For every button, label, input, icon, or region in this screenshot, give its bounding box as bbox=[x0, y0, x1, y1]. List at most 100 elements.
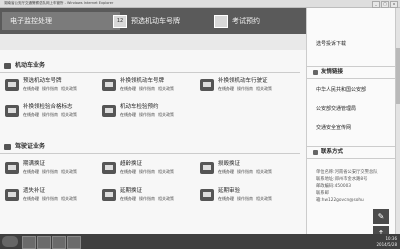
badge-icon bbox=[5, 105, 19, 117]
online-link[interactable]: 在线办理 bbox=[23, 196, 39, 201]
policy-link[interactable]: 相关政策 bbox=[61, 86, 77, 91]
guide-link[interactable]: 操作指南 bbox=[237, 196, 253, 201]
guide-link[interactable]: 操作指南 bbox=[42, 86, 58, 91]
online-link[interactable]: 在线办理 bbox=[120, 86, 136, 91]
online-link[interactable]: 在线办理 bbox=[218, 86, 234, 91]
service-links: 在线办理 操作指南 相关政策 bbox=[23, 196, 80, 202]
online-link[interactable]: 在线办理 bbox=[120, 196, 136, 201]
section-header-vehicle: 机动车业务 bbox=[0, 60, 300, 73]
service-links: 在线办理 操作指南 相关政策 bbox=[120, 112, 177, 118]
online-link[interactable]: 在线办理 bbox=[218, 196, 234, 201]
sidebar-link-traffic-bureau[interactable]: 公安部交通管理局 bbox=[316, 105, 356, 112]
back-to-top-button[interactable]: ↑ bbox=[373, 226, 389, 234]
phone-icon bbox=[313, 150, 318, 155]
nav-item-electronic-monitoring[interactable]: 电子监控处理 bbox=[2, 12, 120, 30]
service-links: 在线办理 操作指南 相关政策 bbox=[218, 169, 275, 175]
service-links: 在线办理 操作指南 相关政策 bbox=[218, 86, 275, 92]
service-inspection-booking[interactable]: 机动车检验预约 在线办理 操作指南 相关政策 bbox=[102, 103, 194, 123]
policy-link[interactable]: 相关政策 bbox=[158, 86, 174, 91]
car-icon bbox=[4, 63, 11, 69]
scrollbar-thumb[interactable] bbox=[396, 48, 400, 104]
service-preselect-plate[interactable]: 预选机动车号牌 在线办理 操作指南 相关政策 bbox=[5, 77, 97, 97]
service-links: 在线办理 操作指南 相关政策 bbox=[120, 169, 177, 175]
service-links: 在线办理 操作指南 相关政策 bbox=[23, 112, 80, 118]
guide-link[interactable]: 操作指南 bbox=[237, 86, 253, 91]
guide-link[interactable]: 操作指南 bbox=[42, 196, 58, 201]
section-header-license: 驾驶证业务 bbox=[0, 141, 300, 154]
service-replace-inspection-mark[interactable]: 补换领检验合格标志 在线办理 操作指南 相关政策 bbox=[5, 103, 97, 123]
links-header: 友情链接 bbox=[307, 66, 400, 79]
sidebar: 选号投诉下载 友情链接 中华人民共和国公安部 公安部交通管理局 交通安全宣传网 … bbox=[306, 8, 400, 234]
policy-link[interactable]: 相关政策 bbox=[61, 112, 77, 117]
ie-icon[interactable] bbox=[22, 236, 36, 249]
service-name: 机动车检验预约 bbox=[120, 104, 159, 110]
contact-info: 单位名称:河南省公安厅交警总队 联系地址:郑州市金水路8号 邮政编码:45000… bbox=[316, 169, 378, 204]
links-title: 友情链接 bbox=[321, 69, 344, 75]
media-icon[interactable] bbox=[52, 236, 66, 249]
policy-link[interactable]: 相关政策 bbox=[256, 196, 272, 201]
service-name: 延期换证 bbox=[120, 188, 143, 194]
nav-label: 预选机动车号牌 bbox=[131, 17, 180, 25]
contact-header: 联系方式 bbox=[307, 146, 400, 159]
online-link[interactable]: 在线办理 bbox=[23, 86, 39, 91]
service-name: 补换领机动车号牌 bbox=[120, 78, 165, 84]
service-links: 在线办理 操作指南 相关政策 bbox=[120, 86, 177, 92]
service-replace-license[interactable]: 补换领机动车行驶证 在线办理 操作指南 相关政策 bbox=[200, 77, 292, 97]
share-button[interactable]: ✎ bbox=[373, 209, 389, 224]
guide-link[interactable]: 操作指南 bbox=[139, 169, 155, 174]
online-link[interactable]: 在线办理 bbox=[120, 112, 136, 117]
service-extended-renewal[interactable]: 延期换证 在线办理 操作指南 相关政策 bbox=[102, 187, 194, 207]
minimize-button[interactable]: _ bbox=[372, 1, 380, 8]
calendar-icon bbox=[214, 14, 228, 28]
sidebar-link-mps[interactable]: 中华人民共和国公安部 bbox=[316, 86, 366, 93]
nav-item-exam-booking[interactable]: 考试预约 bbox=[214, 12, 294, 30]
maximize-button[interactable]: □ bbox=[381, 1, 389, 8]
service-age-renewal[interactable]: 超龄换证 在线办理 操作指南 相关政策 bbox=[102, 160, 194, 180]
contact-line: 单位名称:河南省公安厅交警总队 bbox=[316, 170, 378, 175]
online-link[interactable]: 在线办理 bbox=[23, 169, 39, 174]
policy-link[interactable]: 相关政策 bbox=[158, 196, 174, 201]
service-name: 期满换证 bbox=[23, 161, 46, 167]
guide-link[interactable]: 操作指南 bbox=[139, 196, 155, 201]
title-bar: 湖南省公安厅交通警察总队网上车管所 - Windows Internet Exp… bbox=[0, 0, 400, 8]
service-lost-reissue[interactable]: 遗失补证 在线办理 操作指南 相关政策 bbox=[5, 187, 97, 207]
plate-icon: 12 bbox=[113, 14, 127, 28]
service-replace-plate[interactable]: 补换领机动车号牌 在线办理 操作指南 相关政策 bbox=[102, 77, 194, 97]
policy-link[interactable]: 相关政策 bbox=[256, 86, 272, 91]
vertical-scrollbar[interactable] bbox=[395, 8, 400, 234]
start-button[interactable] bbox=[2, 236, 18, 247]
guide-link[interactable]: 操作指南 bbox=[139, 112, 155, 117]
service-name: 补换领机动车行驶证 bbox=[218, 78, 268, 84]
policy-link[interactable]: 相关政策 bbox=[158, 112, 174, 117]
service-links: 在线办理 操作指南 相关政策 bbox=[218, 196, 275, 202]
policy-link[interactable]: 相关政策 bbox=[61, 196, 77, 201]
contact-line: 箱:hw122govcn@sohu bbox=[316, 198, 364, 203]
guide-link[interactable]: 操作指南 bbox=[139, 86, 155, 91]
top-nav: 电子监控处理 12 预选机动车号牌 考试预约 bbox=[0, 8, 308, 34]
sidebar-link-safety-site[interactable]: 交通安全宣传网 bbox=[316, 124, 351, 131]
service-name: 延期审验 bbox=[218, 188, 241, 194]
policy-link[interactable]: 相关政策 bbox=[158, 169, 174, 174]
close-button[interactable]: x bbox=[390, 1, 398, 8]
license-icon bbox=[200, 162, 214, 174]
browser-window-icon[interactable] bbox=[67, 236, 81, 249]
online-link[interactable]: 在线办理 bbox=[120, 169, 136, 174]
plate-icon bbox=[5, 79, 19, 91]
guide-link[interactable]: 操作指南 bbox=[42, 169, 58, 174]
guide-link[interactable]: 操作指南 bbox=[42, 112, 58, 117]
policy-link[interactable]: 相关政策 bbox=[256, 169, 272, 174]
nav-item-preselect-plate[interactable]: 12 预选机动车号牌 bbox=[113, 12, 203, 30]
policy-link[interactable]: 相关政策 bbox=[61, 169, 77, 174]
online-link[interactable]: 在线办理 bbox=[23, 112, 39, 117]
sidebar-item-plate-complaint-download[interactable]: 选号投诉下载 bbox=[316, 40, 346, 47]
service-damage-renewal[interactable]: 损毁换证 在线办理 操作指南 相关政策 bbox=[200, 160, 292, 180]
section-title: 驾驶证业务 bbox=[15, 143, 46, 150]
guide-link[interactable]: 操作指南 bbox=[237, 169, 253, 174]
license-icon bbox=[102, 189, 116, 201]
online-link[interactable]: 在线办理 bbox=[218, 169, 234, 174]
section-title: 机动车业务 bbox=[15, 62, 46, 69]
service-extended-review[interactable]: 延期审验 在线办理 操作指南 相关政策 bbox=[200, 187, 292, 207]
folder-icon[interactable] bbox=[37, 236, 51, 249]
service-expiry-renewal[interactable]: 期满换证 在线办理 操作指南 相关政策 bbox=[5, 160, 97, 180]
plate-icon bbox=[102, 79, 116, 91]
